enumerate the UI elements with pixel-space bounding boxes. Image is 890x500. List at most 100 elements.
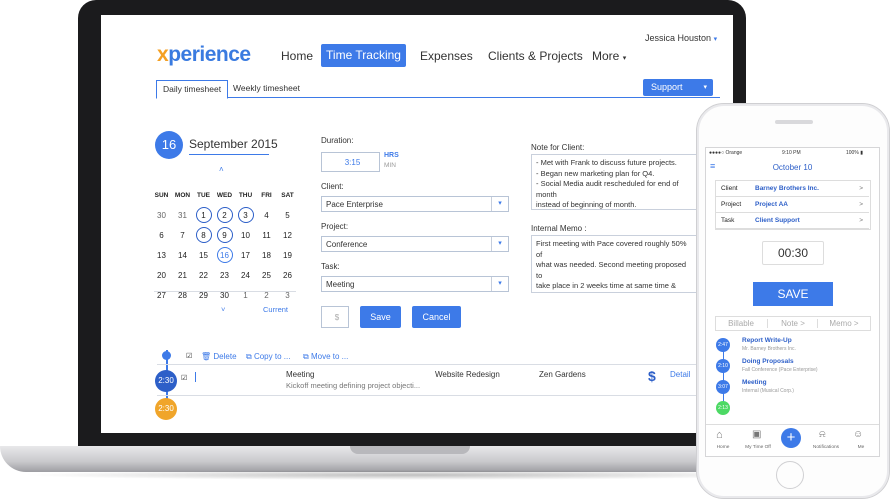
nav-more[interactable]: More ▾ [592,49,626,63]
chevron-up-icon[interactable]: ˄ [219,165,224,174]
calendar-day[interactable]: 15 [193,251,214,260]
calendar-day[interactable]: 10 [235,231,256,240]
min-toggle[interactable]: MIN [384,162,396,169]
cancel-button[interactable]: Cancel [412,306,461,328]
client-label: Client: [321,182,344,191]
calendar-day[interactable]: 16 [214,246,235,263]
nav-time-tracking[interactable]: Time Tracking [321,44,406,67]
delete-action[interactable]: 🗑 Delete [201,352,237,361]
calendar-day[interactable]: 12 [277,231,298,240]
calendar-day[interactable]: 9 [214,226,235,243]
hrs-toggle[interactable]: HRS [384,152,399,159]
phone-save-button[interactable]: SAVE [753,282,833,306]
calendar-day[interactable]: 3 [235,206,256,223]
phone-entry-time[interactable]: 2:10 [716,359,730,373]
phone-tab-note[interactable]: Note > [767,319,818,328]
phone-entry-title[interactable]: Report Write-Up [742,337,792,344]
calendar-week: 20 21 22 23 24 25 26 [151,265,299,285]
signal-icon: ●●●●○ [709,150,725,156]
duration-input[interactable]: 3:15 [321,152,380,172]
calendar-day[interactable]: 6 [151,231,172,240]
app-logo[interactable]: xperience [157,43,251,67]
phone-entry-time[interactable]: 2:13 [716,401,730,415]
note-for-client-textarea[interactable]: - Met with Frank to discuss future proje… [531,154,697,210]
calendar-week: 30 31 1 2 3 4 5 [151,205,299,225]
add-entry-button[interactable]: + [781,428,801,448]
tab-weekly-timesheet[interactable]: Weekly timesheet [227,80,306,97]
weekday-label: THU [238,191,253,199]
notifications-icon[interactable]: ⍾ [819,429,826,440]
copy-action[interactable]: ⧉ Copy to ... [246,352,290,362]
calendar-day[interactable]: 2 [214,206,235,223]
nav-clients-projects[interactable]: Clients & Projects [488,49,583,63]
billable-toggle[interactable]: $ [321,306,349,328]
phone-detail-row[interactable]: Task Client Support > [715,213,869,229]
calendar-day[interactable]: 19 [277,251,298,260]
nav-label-me: Me [857,445,865,450]
phone-entry-subtitle: Internal (Musical Corp.) [742,388,794,394]
current-link[interactable]: Current [263,305,288,314]
calendar-day[interactable]: 7 [172,231,193,240]
save-button[interactable]: Save [360,306,401,328]
client-select[interactable]: Pace Enterprise ▾ [321,196,509,212]
phone-detail-row[interactable]: Client Barney Brothers Inc. > [715,181,869,197]
detail-link[interactable]: Detail [670,370,690,379]
project-select[interactable]: Conference ▾ [321,236,509,252]
move-action[interactable]: ⧉ Move to ... [303,352,348,362]
phone-tab-billable[interactable]: Billable [715,319,767,328]
calendar-day[interactable]: 18 [256,251,277,260]
calendar-day[interactable]: 5 [277,211,298,220]
internal-memo-label: Internal Memo : [531,224,587,233]
calendar-day[interactable]: 23 [214,271,235,280]
entry-time-badge[interactable]: 2:30 [155,398,177,420]
calendar-day[interactable]: 17 [235,251,256,260]
me-icon[interactable]: ☺ [853,429,863,440]
calendar-day[interactable]: 14 [172,251,193,260]
calendar-day[interactable]: 13 [151,251,172,260]
entry-description: Kickoff meeting defining project objecti… [286,381,421,390]
calendar-day[interactable]: 8 [193,226,214,243]
phone-timer[interactable]: 00:30 [762,241,824,265]
phone-entry-time[interactable]: 3:07 [716,380,730,394]
phone-entry-title[interactable]: Doing Proposals [742,358,794,365]
drag-handle[interactable] [195,372,196,382]
support-button[interactable]: Support ▾ [643,79,713,96]
calendar-day[interactable]: 25 [256,271,277,280]
phone-entry-title[interactable]: Meeting [742,379,767,386]
tab-daily-timesheet[interactable]: Daily timesheet [156,80,229,99]
nav-home[interactable]: Home [281,49,313,63]
home-button[interactable] [776,461,804,489]
chevron-down-icon[interactable]: ˅ [221,305,225,314]
weekday-label: WED [216,191,233,199]
internal-memo-textarea[interactable]: First meeting with Pace covered roughly … [531,235,697,293]
nav-expenses[interactable]: Expenses [420,49,473,63]
weekday-label: FRI [261,191,272,199]
calendar-day[interactable]: 4 [256,211,277,220]
calendar-day[interactable]: 26 [277,271,298,280]
select-all-checkbox[interactable]: ☑ [186,352,192,360]
user-menu[interactable]: Jessica Houston ▾ [645,33,717,43]
weekday-label: MON [174,191,191,199]
phone-detail-row[interactable]: Project Project AA > [715,197,869,213]
entry-time-badge[interactable]: 2:30 [155,370,177,392]
phone-entry-time[interactable]: 2:47 [716,338,730,352]
calendar-grid: SUN MON TUE WED THU FRI SAT 30 31 1 2 3 4 5 6 7 8 9 10 11 1… [151,185,299,305]
calendar-day[interactable]: 11 [256,231,277,240]
calendar-day[interactable]: 21 [172,271,193,280]
calendar-day[interactable]: 20 [151,271,172,280]
phone-tab-memo[interactable]: Memo > [817,319,870,328]
home-icon[interactable]: ⌂ [716,429,723,441]
entry-checkbox[interactable]: ☑ [181,374,187,382]
calendar-day[interactable]: 31 [172,211,193,220]
phone-speaker [775,120,813,124]
selected-day-badge: 16 [155,131,183,159]
task-select[interactable]: Meeting ▾ [321,276,509,292]
calendar-day[interactable]: 22 [193,271,214,280]
note-for-client-label: Note for Client: [531,143,585,152]
weekday-label: SAT [281,191,294,199]
calendar-day[interactable]: 1 [193,206,214,223]
calendar-day[interactable]: 30 [151,211,172,220]
time-off-icon[interactable]: ▣ [752,429,761,440]
calendar-day[interactable]: 24 [235,271,256,280]
memo-line: First meeting with Pace covered roughly … [536,239,687,259]
